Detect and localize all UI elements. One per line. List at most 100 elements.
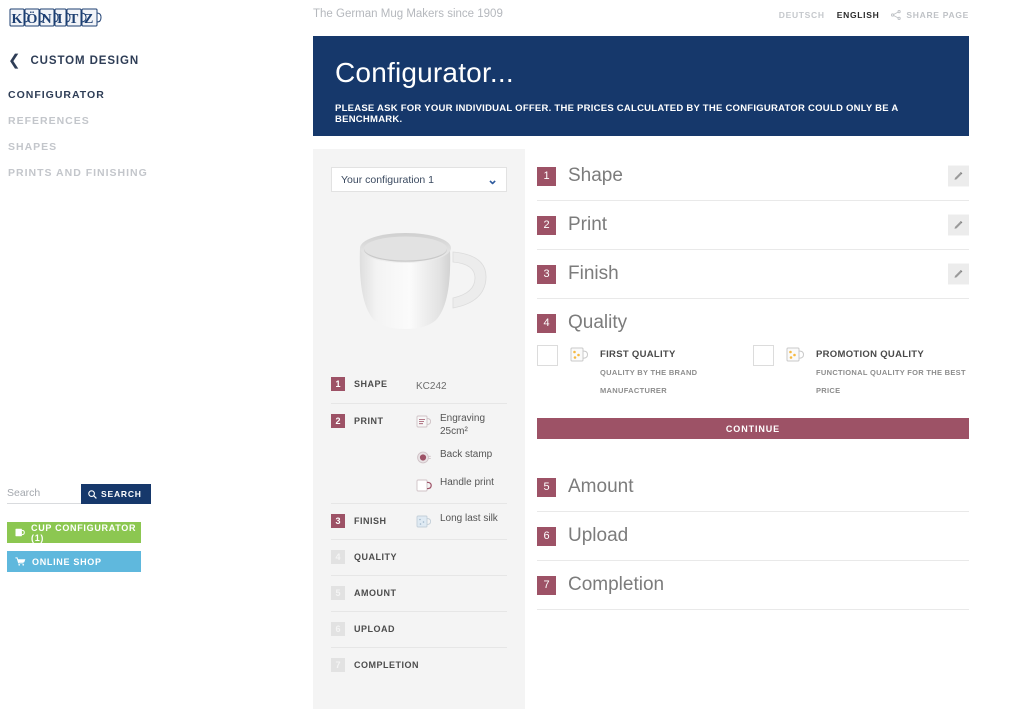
share-page-button[interactable]: SHARE PAGE <box>891 10 969 20</box>
page-banner: Configurator... PLEASE ASK FOR YOUR INDI… <box>313 36 969 136</box>
share-icon <box>891 10 902 20</box>
quality-option-promotion[interactable]: PROMOTION QUALITY FUNCTIONAL QUALITY FOR… <box>753 344 969 398</box>
promotion-quality-name: PROMOTION QUALITY <box>816 349 925 360</box>
svg-text:N: N <box>42 12 52 27</box>
sidebar-item-references[interactable]: REFERENCES <box>8 108 268 134</box>
step-print[interactable]: 2 Print <box>537 201 969 250</box>
summary-values: KC242 <box>416 376 507 394</box>
step-shape[interactable]: 1 Shape <box>537 152 969 201</box>
pencil-icon[interactable] <box>948 263 969 285</box>
sidebar-item-label: REFERENCES <box>8 115 90 127</box>
step-quality[interactable]: 4 Quality <box>537 299 969 334</box>
promotion-quality-text: PROMOTION QUALITY FUNCTIONAL QUALITY FOR… <box>816 344 969 398</box>
sidebar-nav: CONFIGURATOR REFERENCES SHAPES PRINTS AN… <box>8 82 268 186</box>
summary-row-shape[interactable]: 1 SHAPE KC242 <box>331 367 507 403</box>
top-bar-right: DEUTSCH ENGLISH SHARE PAGE <box>779 10 969 20</box>
konitz-logo[interactable]: K Ö N I T Z <box>8 6 102 30</box>
configurator-page: K Ö N I T Z ❮ CUSTOM DESIGN CONFIGURATOR… <box>0 0 1024 709</box>
sidebar-item-label: PRINTS AND FINISHING <box>8 167 148 179</box>
step-number: 5 <box>537 477 556 497</box>
summary-badge: 2 <box>331 414 345 428</box>
summary-label: COMPLETION <box>354 660 419 670</box>
summary-value-item: Long last silk <box>416 513 507 530</box>
summary-badge: 4 <box>331 550 345 564</box>
configuration-select[interactable]: Your configuration 1 ⌄ <box>331 167 507 192</box>
continue-button[interactable]: CONTINUE <box>537 418 969 439</box>
search-button-label: SEARCH <box>101 489 142 499</box>
sidebar-search: SEARCH <box>7 484 151 504</box>
mug-preview <box>331 204 507 364</box>
online-shop-label: ONLINE SHOP <box>32 556 102 567</box>
step-amount[interactable]: 5 Amount <box>537 463 969 512</box>
summary-value-item: Engraving 25cm² <box>416 413 507 438</box>
summary-row-quality[interactable]: 4 QUALITY <box>331 539 507 575</box>
search-input[interactable] <box>7 485 81 504</box>
summary-values: Engraving 25cm² Back stamp Handle print <box>416 413 507 494</box>
summary-row-finish[interactable]: 3 FINISH Long last silk <box>331 503 507 539</box>
language-deutsch[interactable]: DEUTSCH <box>779 10 825 20</box>
quality-section-spacer <box>537 439 969 463</box>
step-number: 6 <box>537 526 556 546</box>
step-number: 7 <box>537 575 556 595</box>
left-sidebar: K Ö N I T Z ❮ CUSTOM DESIGN CONFIGURATOR… <box>0 0 300 709</box>
cup-configurator-button[interactable]: CUP CONFIGURATOR (1) <box>7 522 141 543</box>
cart-icon <box>15 557 26 566</box>
pencil-icon[interactable] <box>948 165 969 187</box>
first-quality-checkbox[interactable] <box>537 345 558 366</box>
quality-options-panel: FIRST QUALITY QUALITY BY THE BRAND MANUF… <box>537 334 969 439</box>
step-title: Shape <box>568 165 623 186</box>
step-finish[interactable]: 3 Finish <box>537 250 969 299</box>
quality-option-first[interactable]: FIRST QUALITY QUALITY BY THE BRAND MANUF… <box>537 344 753 398</box>
step-number: 1 <box>537 166 556 186</box>
cup-configurator-label: CUP CONFIGURATOR (1) <box>31 522 137 543</box>
configuration-panel: Your configuration 1 ⌄ 1 SHAPE KC242 2 P… <box>313 149 525 709</box>
share-page-label: SHARE PAGE <box>906 10 969 20</box>
back-to-custom-design[interactable]: ❮ CUSTOM DESIGN <box>8 53 139 68</box>
summary-value-text: Long last silk <box>440 513 498 524</box>
step-upload[interactable]: 6 Upload <box>537 512 969 561</box>
summary-label: SHAPE <box>354 379 388 389</box>
sidebar-item-shapes[interactable]: SHAPES <box>8 134 268 160</box>
svg-text:Ö: Ö <box>27 10 38 27</box>
step-title: Upload <box>568 525 629 546</box>
search-button[interactable]: SEARCH <box>81 484 151 504</box>
quality-mug-icon <box>569 344 590 365</box>
back-link-label: CUSTOM DESIGN <box>30 54 140 67</box>
step-completion[interactable]: 7 Completion <box>537 561 969 610</box>
mug-finish-icon <box>416 513 433 530</box>
banner-subtitle: PLEASE ASK FOR YOUR INDIVIDUAL OFFER. TH… <box>335 102 899 125</box>
step-number: 4 <box>537 313 556 333</box>
cup-icon <box>15 528 25 537</box>
sidebar-item-prints-and-finishing[interactable]: PRINTS AND FINISHING <box>8 160 268 186</box>
handle-print-icon <box>416 477 433 494</box>
summary-label: UPLOAD <box>354 624 395 634</box>
summary-row-amount[interactable]: 5 AMOUNT <box>331 575 507 611</box>
summary-label: AMOUNT <box>354 588 397 598</box>
step-title: Finish <box>568 263 619 284</box>
sidebar-item-label: SHAPES <box>8 141 58 153</box>
summary-row-completion[interactable]: 7 COMPLETION <box>331 647 507 683</box>
svg-text:K: K <box>12 12 23 27</box>
summary-value-text: Back stamp <box>440 449 493 460</box>
promotion-quality-checkbox[interactable] <box>753 345 774 366</box>
chevron-down-icon: ⌄ <box>487 172 498 187</box>
pencil-icon[interactable] <box>948 214 969 236</box>
language-english[interactable]: ENGLISH <box>837 10 880 20</box>
summary-label: FINISH <box>354 516 387 526</box>
step-number: 2 <box>537 215 556 235</box>
chevron-left-icon: ❮ <box>8 52 22 69</box>
online-shop-button[interactable]: ONLINE SHOP <box>7 551 141 572</box>
summary-row-print[interactable]: 2 PRINT Engraving 25cm² Back stamp Handl… <box>331 403 507 503</box>
summary-row-upload[interactable]: 6 UPLOAD <box>331 611 507 647</box>
sidebar-item-configurator[interactable]: CONFIGURATOR <box>8 82 268 108</box>
summary-value: KC242 <box>416 381 447 392</box>
page-title: Configurator... <box>335 57 514 88</box>
first-quality-desc: QUALITY BY THE BRAND MANUFACTURER <box>600 368 698 395</box>
promotion-quality-desc: FUNCTIONAL QUALITY FOR THE BEST PRICE <box>816 368 966 395</box>
summary-label: PRINT <box>354 416 384 426</box>
svg-text:T: T <box>69 12 79 27</box>
tagline: The German Mug Makers since 1909 <box>313 8 503 20</box>
summary-label: QUALITY <box>354 552 397 562</box>
search-icon <box>88 489 97 499</box>
summary-value-item: Handle print <box>416 477 507 494</box>
